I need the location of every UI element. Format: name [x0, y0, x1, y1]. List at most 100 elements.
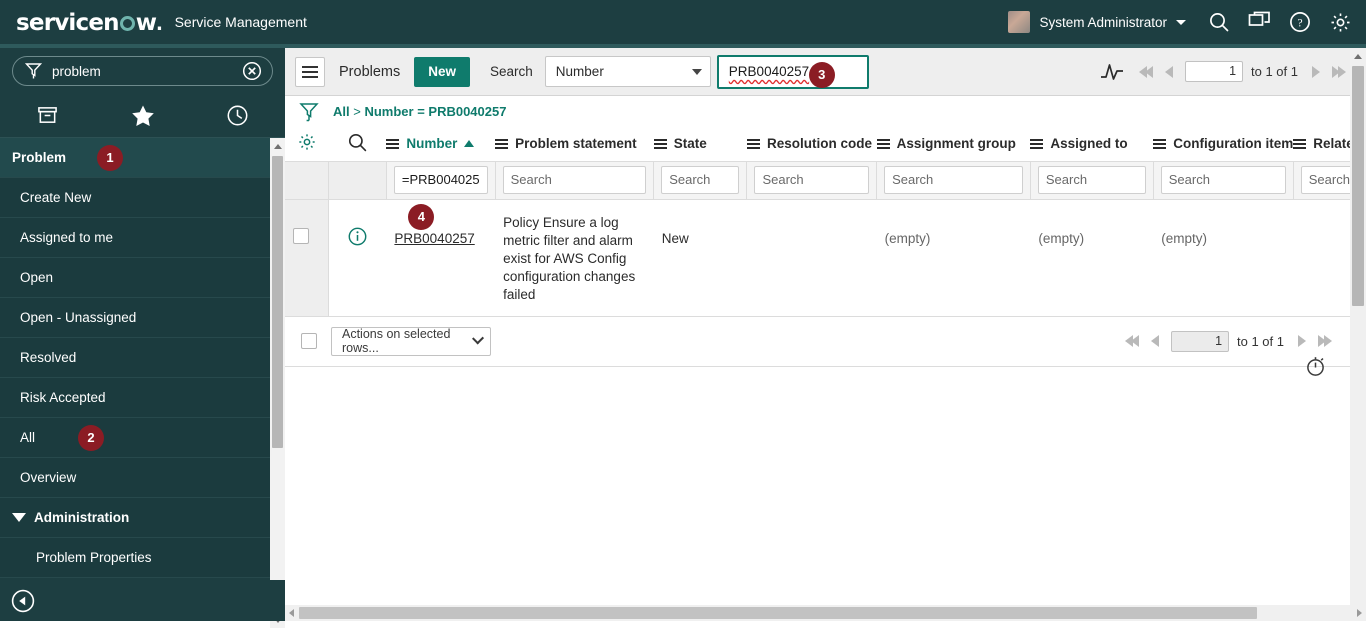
navigator-filter-input[interactable]: problem [52, 64, 242, 79]
sidebar-item-all-applications[interactable] [0, 94, 95, 137]
gear-icon[interactable] [297, 132, 317, 152]
sidebar-item-label: Assigned to me [20, 230, 114, 245]
scroll-left-arrow-icon[interactable] [289, 609, 294, 617]
sidebar-item-overview[interactable]: Overview [0, 458, 285, 498]
sidebar-item-risk-accepted[interactable]: Risk Accepted [0, 378, 285, 418]
search-field-select[interactable]: Number [544, 56, 711, 87]
list-context-menu-icon[interactable] [295, 56, 325, 87]
sidebar-item-label: All [20, 430, 36, 445]
column-header-configuration-item[interactable]: Configuration item [1153, 127, 1294, 161]
breadcrumb-text[interactable]: All > Number = PRB0040257 [333, 104, 506, 119]
content-horizontal-scrollbar-thumb[interactable] [299, 607, 1257, 619]
column-header-number[interactable]: Number [386, 127, 496, 161]
search-input[interactable]: PRB0040257 3 [716, 54, 869, 89]
filter-cell-state[interactable]: Search [653, 160, 748, 200]
filter-cell-resolution-code[interactable]: Search [746, 160, 878, 200]
column-header-problem-statement[interactable]: Problem statement [495, 127, 654, 161]
sidebar-item-open-unassigned[interactable]: Open - Unassigned [0, 298, 285, 338]
filter-cell-number[interactable]: =PRB004025 [386, 160, 496, 200]
sidebar-item-problem[interactable]: Problem 1 [0, 138, 285, 178]
gear-icon[interactable] [1329, 11, 1352, 34]
search-icon[interactable] [1208, 11, 1230, 33]
filter-cell-problem-statement[interactable]: Search [495, 160, 655, 200]
content-vertical-scrollbar-thumb[interactable] [1352, 66, 1364, 306]
sidebar-item-history[interactable] [190, 94, 285, 137]
navigator-scrollbar-thumb[interactable] [272, 156, 283, 448]
column-header-assignment-group[interactable]: Assignment group [876, 127, 1031, 161]
row-checkbox[interactable] [293, 227, 309, 244]
sidebar-item-assigned-to-me[interactable]: Assigned to me [0, 218, 285, 258]
response-time-icon[interactable] [1304, 354, 1328, 383]
help-icon[interactable]: ? [1289, 11, 1311, 33]
previous-page-button[interactable] [1165, 65, 1174, 78]
select-all-checkbox[interactable] [301, 333, 317, 349]
next-page-button[interactable] [1312, 65, 1320, 78]
column-menu-icon[interactable] [495, 138, 509, 149]
sidebar-item-create-new[interactable]: Create New [0, 178, 285, 218]
first-page-button[interactable] [1139, 65, 1154, 78]
collapse-navigator-icon[interactable] [10, 588, 36, 614]
close-icon[interactable] [242, 61, 262, 81]
servicenow-logo[interactable]: service n w. [0, 9, 163, 36]
page-number-input[interactable]: 1 [1185, 61, 1244, 82]
user-menu-chevron-down-icon[interactable] [1176, 19, 1186, 25]
column-menu-icon[interactable] [386, 138, 400, 149]
filter-cell-configuration-item[interactable]: Search [1153, 160, 1294, 200]
breadcrumb-condition[interactable]: Number = PRB0040257 [364, 104, 506, 119]
sidebar-item-label: Problem [12, 150, 67, 165]
scroll-right-arrow-icon[interactable] [1357, 609, 1362, 617]
sidebar-item-favorites[interactable] [95, 94, 190, 137]
column-menu-icon[interactable] [876, 138, 890, 149]
sidebar-item-resolved[interactable]: Resolved [0, 338, 285, 378]
avatar[interactable] [1008, 11, 1031, 33]
filter-input-assigned-to[interactable]: Search [1037, 166, 1146, 194]
list-settings-header [285, 127, 329, 161]
filter-cell-assigned-to[interactable]: Search [1030, 160, 1154, 200]
scroll-up-arrow-icon[interactable] [270, 138, 285, 154]
filter-input-resolution-code[interactable]: Search [754, 166, 870, 194]
navigator-scrollbar[interactable] [270, 138, 285, 628]
column-menu-icon[interactable] [746, 138, 760, 149]
filter-input-assignment-group[interactable]: Search [884, 166, 1023, 194]
filter-input-problem-statement[interactable]: Search [502, 166, 647, 194]
filter-input-number[interactable]: =PRB004025 [393, 166, 488, 194]
navigator-filter-row: problem [0, 48, 285, 94]
column-header-assigned-to[interactable]: Assigned to [1030, 127, 1154, 161]
cell-configuration-item: (empty) [1153, 199, 1294, 317]
last-page-button[interactable] [1332, 65, 1346, 78]
page-number-input[interactable]: 1 [1171, 330, 1230, 352]
column-menu-icon[interactable] [1030, 138, 1044, 149]
conversations-icon[interactable] [1248, 11, 1271, 33]
breadcrumb-root[interactable]: All [333, 104, 350, 119]
sidebar-item-open[interactable]: Open [0, 258, 285, 298]
cell-assigned-to: (empty) [1030, 199, 1154, 317]
record-link[interactable]: PRB0040257 [394, 231, 474, 246]
filter-input-configuration-item[interactable]: Search [1160, 166, 1286, 194]
search-icon[interactable] [347, 132, 368, 153]
column-menu-icon[interactable] [653, 138, 667, 149]
content-horizontal-scrollbar[interactable] [285, 605, 1366, 621]
list-analytics-icon[interactable] [1099, 61, 1125, 83]
column-menu-icon[interactable] [1293, 138, 1307, 149]
new-button[interactable]: New [414, 56, 471, 87]
last-page-button[interactable] [1318, 335, 1332, 347]
filter-input-state[interactable]: Search [661, 166, 740, 194]
next-page-button[interactable] [1298, 335, 1306, 347]
scroll-up-arrow-icon[interactable] [1350, 48, 1366, 64]
table-row[interactable]: 4 PRB0040257 Policy Ensure a log metric … [285, 199, 1366, 317]
filter-cell-assignment-group[interactable]: Search [876, 160, 1031, 200]
sidebar-item-problem-properties[interactable]: Problem Properties [0, 538, 285, 578]
column-header-state[interactable]: State [653, 127, 747, 161]
content-vertical-scrollbar[interactable] [1350, 48, 1366, 605]
cell-state: New [653, 199, 747, 317]
filter-icon[interactable] [299, 101, 319, 123]
previous-page-button[interactable] [1151, 335, 1160, 347]
navigator-filter-box[interactable]: problem [12, 56, 273, 86]
info-icon[interactable] [347, 226, 368, 247]
first-page-button[interactable] [1125, 335, 1140, 347]
sidebar-item-all[interactable]: All 2 [0, 418, 285, 458]
column-menu-icon[interactable] [1153, 138, 1167, 149]
column-header-resolution-code[interactable]: Resolution code [746, 127, 877, 161]
actions-on-selected-rows-select[interactable]: Actions on selected rows... [331, 326, 491, 356]
sidebar-item-administration[interactable]: Administration [0, 498, 285, 538]
